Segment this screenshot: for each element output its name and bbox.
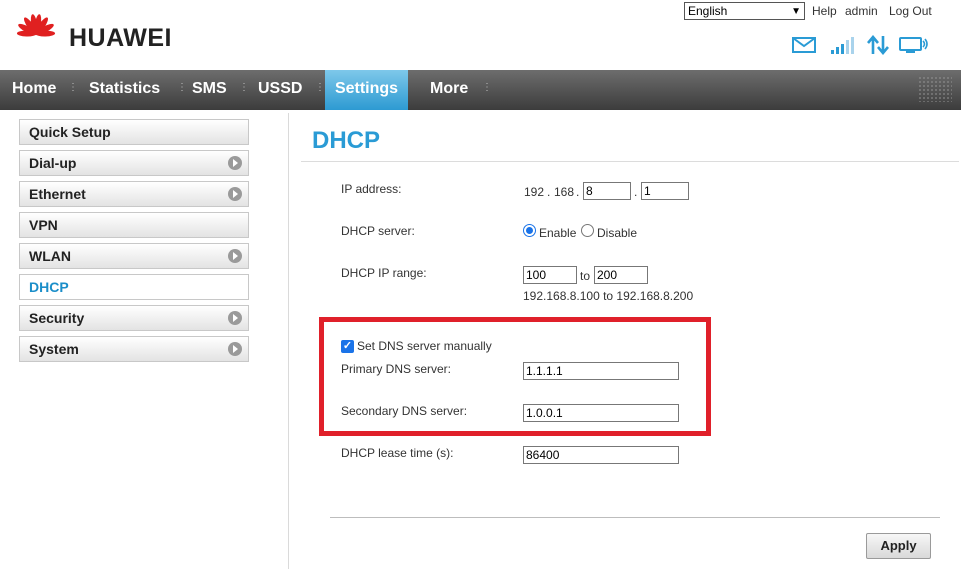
ip-range-start-input[interactable]: 100 bbox=[523, 266, 577, 284]
nav-separator: ⋮ bbox=[239, 82, 249, 93]
sidebar-item-label: Dial-up bbox=[29, 155, 77, 171]
ip-dot: . bbox=[634, 185, 638, 199]
sidebar-item-label: WLAN bbox=[29, 248, 71, 264]
chevron-right-icon bbox=[228, 187, 242, 201]
ip-dot: . bbox=[576, 185, 580, 199]
nav-ussd[interactable]: USSD bbox=[258, 70, 302, 110]
title-divider bbox=[301, 161, 959, 162]
chevron-right-icon bbox=[228, 249, 242, 263]
secondary-dns-label: Secondary DNS server: bbox=[341, 404, 468, 418]
lease-time-input[interactable]: 86400 bbox=[523, 446, 679, 464]
sidebar-item-dial-up[interactable]: Dial-up bbox=[19, 150, 249, 176]
chevron-right-icon bbox=[228, 156, 242, 170]
mail-icon[interactable] bbox=[792, 37, 816, 53]
ip-octet-1: 192 bbox=[524, 185, 545, 199]
dhcp-ip-range-label: DHCP IP range: bbox=[341, 266, 427, 280]
dhcp-disable-radio[interactable] bbox=[581, 224, 594, 237]
sidebar-item-label: System bbox=[29, 341, 79, 357]
brand-name: HUAWEI bbox=[69, 24, 172, 52]
sidebar-item-label: DHCP bbox=[29, 279, 69, 295]
ip-octet-2: 168 bbox=[554, 185, 575, 199]
nav-separator: ⋮ bbox=[177, 82, 187, 93]
main-nav: Home ⋮ Statistics ⋮ SMS ⋮ USSD ⋮ Setting… bbox=[0, 70, 961, 110]
content-divider bbox=[288, 113, 289, 569]
apply-button[interactable]: Apply bbox=[866, 533, 931, 559]
ip-range-end-input[interactable]: 200 bbox=[594, 266, 648, 284]
form-divider bbox=[330, 517, 940, 518]
dhcp-disable-label: Disable bbox=[597, 226, 638, 240]
dns-manual-label: Set DNS server manually bbox=[357, 339, 492, 353]
primary-dns-label: Primary DNS server: bbox=[341, 362, 452, 376]
primary-dns-input[interactable]: 1.1.1.1 bbox=[523, 362, 679, 380]
nav-separator: ⋮ bbox=[315, 82, 325, 93]
dhcp-enable-radio[interactable] bbox=[523, 224, 536, 237]
ip-dot: . bbox=[547, 185, 551, 199]
dhcp-enable-label: Enable bbox=[539, 226, 577, 240]
logout-link[interactable]: Log Out bbox=[889, 4, 932, 18]
nav-settings[interactable]: Settings bbox=[325, 70, 408, 110]
sidebar-item-wlan[interactable]: WLAN bbox=[19, 243, 249, 269]
user-link[interactable]: admin bbox=[845, 4, 878, 18]
connection-icon bbox=[899, 37, 928, 53]
ip-octet-3-input[interactable]: 8 bbox=[583, 182, 631, 200]
data-transfer-icon bbox=[867, 35, 889, 55]
language-select[interactable]: English ▼ bbox=[684, 2, 805, 20]
nav-separator: ⋮ bbox=[68, 82, 78, 93]
sidebar-item-label: Ethernet bbox=[29, 186, 86, 202]
sidebar-item-security[interactable]: Security bbox=[19, 305, 249, 331]
sidebar-item-ethernet[interactable]: Ethernet bbox=[19, 181, 249, 207]
sidebar-item-dhcp[interactable]: DHCP bbox=[19, 274, 249, 300]
nav-separator: ⋮ bbox=[482, 82, 492, 93]
nav-decoration bbox=[918, 76, 952, 102]
sidebar-item-label: Quick Setup bbox=[29, 124, 111, 140]
chevron-down-icon: ▼ bbox=[791, 6, 801, 17]
ip-range-summary: 192.168.8.100 to 192.168.8.200 bbox=[523, 289, 694, 303]
nav-home[interactable]: Home bbox=[12, 70, 56, 110]
signal-strength-icon bbox=[831, 37, 854, 54]
huawei-logo-icon bbox=[16, 14, 56, 37]
chevron-right-icon bbox=[228, 342, 242, 356]
sidebar-item-label: VPN bbox=[29, 217, 58, 233]
ip-address-label: IP address: bbox=[341, 182, 402, 196]
language-select-value: English bbox=[688, 4, 728, 18]
dns-manual-checkbox[interactable]: ✓ bbox=[341, 340, 354, 353]
sidebar-item-vpn[interactable]: VPN bbox=[19, 212, 249, 238]
nav-more[interactable]: More bbox=[430, 70, 468, 110]
sidebar-item-system[interactable]: System bbox=[19, 336, 249, 362]
nav-statistics[interactable]: Statistics bbox=[89, 70, 160, 110]
dhcp-server-label: DHCP server: bbox=[341, 224, 415, 238]
chevron-right-icon bbox=[228, 311, 242, 325]
ip-range-to-label: to bbox=[580, 269, 591, 283]
secondary-dns-input[interactable]: 1.0.0.1 bbox=[523, 404, 679, 422]
sidebar-item-quick-setup[interactable]: Quick Setup bbox=[19, 119, 249, 145]
sidebar-item-label: Security bbox=[29, 310, 85, 326]
ip-octet-4-input[interactable]: 1 bbox=[641, 182, 689, 200]
help-link[interactable]: Help bbox=[812, 4, 837, 18]
lease-time-label: DHCP lease time (s): bbox=[341, 446, 454, 460]
nav-sms[interactable]: SMS bbox=[192, 70, 227, 110]
page-title: DHCP bbox=[312, 127, 381, 154]
